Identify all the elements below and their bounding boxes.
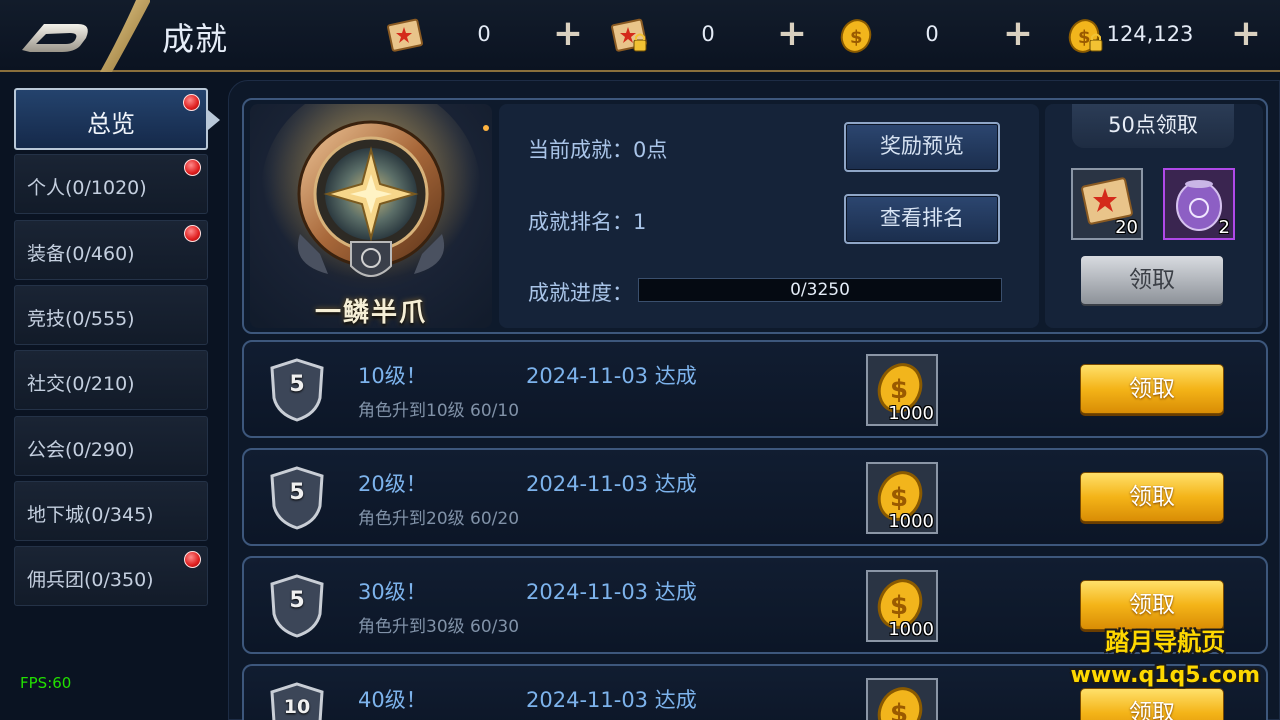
medal-title: 一鳞半爪 xyxy=(314,298,427,328)
item-count: 20 xyxy=(1115,217,1138,238)
achievement-name: 10级！ xyxy=(358,364,427,388)
achievement-progress-bar: 0/3250 xyxy=(638,278,1002,302)
currency-value: 0 xyxy=(701,22,715,46)
svg-text:$: $ xyxy=(890,699,908,720)
sidebar-item-label: 个人(0/1020) xyxy=(27,177,147,199)
progress-text: 0/3250 xyxy=(790,280,850,300)
claim-milestone-button[interactable]: 领取 xyxy=(1081,256,1223,304)
notification-dot xyxy=(184,551,201,568)
view-ranking-button[interactable]: 查看排名 xyxy=(844,194,1000,244)
site-watermark: 踏月导航页 www.q1q5.com xyxy=(1071,622,1260,688)
sidebar-item-social[interactable]: 社交(0/210) xyxy=(14,350,208,410)
achievement-row: 5 10级！ 2024-11-03 达成 角色升到10级 60/10 $ 100… xyxy=(242,340,1268,438)
medal-display: 一鳞半爪 xyxy=(250,104,492,328)
notification-dot xyxy=(183,94,200,111)
sidebar-item-label: 公会(0/290) xyxy=(27,439,135,461)
sidebar-item-arena[interactable]: 竞技(0/555) xyxy=(14,285,208,345)
currency-value: 0 xyxy=(925,22,939,46)
top-bar: 成就 0 + 0 + $ 0 + $ 124,123 + xyxy=(0,0,1280,72)
watermark-title: 踏月导航页 xyxy=(1105,628,1226,656)
sidebar-item-label: 装备(0/460) xyxy=(27,243,135,265)
achievement-date: 2024-11-03 达成 xyxy=(526,688,697,712)
achievement-progress-label: 成就进度： xyxy=(528,281,633,305)
reward-preview-button[interactable]: 奖励预览 xyxy=(844,122,1000,172)
badge-points: 5 xyxy=(289,588,305,613)
achievement-name: 30级！ xyxy=(358,580,427,604)
achievement-row: 5 20级！ 2024-11-03 达成 角色升到20级 60/20 $ 100… xyxy=(242,448,1268,546)
sidebar-item-overview[interactable]: 总览 xyxy=(14,88,220,150)
sidebar-item-label: 地下城(0/345) xyxy=(27,504,154,526)
add-locked-scroll-button[interactable]: + xyxy=(772,14,812,54)
reward-item-slot[interactable]: $ 1000 xyxy=(866,462,938,534)
milestone-reward-title: 50点领取 xyxy=(1072,104,1234,148)
page-title: 成就 xyxy=(162,20,229,58)
fps-counter: FPS:60 xyxy=(20,674,72,692)
notification-dot xyxy=(184,159,201,176)
claim-button[interactable]: 领取 xyxy=(1080,364,1224,414)
sidebar-item-label: 总览 xyxy=(87,110,135,138)
achievement-date: 2024-11-03 达成 xyxy=(526,364,697,388)
claim-button[interactable]: 领取 xyxy=(1080,472,1224,522)
achievement-date: 2024-11-03 达成 xyxy=(526,472,697,496)
reward-item-slot[interactable]: 20 xyxy=(1071,168,1143,240)
scroll-icon xyxy=(387,18,424,52)
back-button[interactable] xyxy=(0,0,150,72)
sidebar-item-label: 竞技(0/555) xyxy=(27,308,135,330)
svg-text:$: $ xyxy=(890,375,908,405)
add-gold-button[interactable]: + xyxy=(998,14,1038,54)
achievement-badge: 5 xyxy=(270,466,324,530)
svg-text:$: $ xyxy=(1078,27,1091,48)
notification-dot xyxy=(184,225,201,242)
current-achievement-points: 当前成就：0点 xyxy=(528,138,668,162)
add-scroll-button[interactable]: + xyxy=(548,14,588,54)
achievement-description: 角色升到20级 60/20 xyxy=(358,509,520,529)
add-locked-gold-button[interactable]: + xyxy=(1226,14,1266,54)
sidebar-item-guild[interactable]: 公会(0/290) xyxy=(14,416,208,476)
gold-coin-icon: $ xyxy=(877,687,923,720)
badge-points: 10 xyxy=(283,696,311,718)
currency-value: 124,123 xyxy=(1106,22,1194,46)
achievement-badge: 5 xyxy=(270,358,324,422)
achievement-description: 角色升到30级 60/30 xyxy=(358,617,520,637)
back-arrow-icon xyxy=(22,0,150,72)
sidebar-item-equipment[interactable]: 装备(0/460) xyxy=(14,220,208,280)
achievement-name: 20级！ xyxy=(358,472,427,496)
sidebar-item-label: 佣兵团(0/350) xyxy=(27,569,154,591)
achievement-badge: 10 xyxy=(270,682,324,720)
svg-text:$: $ xyxy=(890,591,908,621)
achievement-badge: 5 xyxy=(270,574,324,638)
item-count: 2 xyxy=(1218,217,1230,238)
sidebar-item-personal[interactable]: 个人(0/1020) xyxy=(14,154,208,214)
sidebar-item-label: 社交(0/210) xyxy=(27,373,135,395)
svg-text:$: $ xyxy=(890,483,908,513)
locked-scroll-icon xyxy=(611,18,648,52)
reward-item-slot[interactable]: 2 xyxy=(1163,168,1235,240)
watermark-url: www.q1q5.com xyxy=(1070,663,1260,688)
reward-item-slot[interactable]: $ 1000 xyxy=(866,354,938,426)
sidebar-item-mercenary[interactable]: 佣兵团(0/350) xyxy=(14,546,208,606)
selected-arrow-icon xyxy=(208,110,220,130)
claim-button[interactable]: 领取 xyxy=(1080,688,1224,720)
achievement-description: 角色升到10级 60/10 xyxy=(358,401,520,421)
reward-item-slot[interactable]: $ xyxy=(866,678,938,720)
svg-text:$: $ xyxy=(850,27,863,48)
achievement-name: 40级！ xyxy=(358,688,427,712)
item-count: 1000 xyxy=(888,619,934,640)
badge-points: 5 xyxy=(289,480,305,505)
item-count: 1000 xyxy=(888,511,934,532)
sidebar-item-dungeon[interactable]: 地下城(0/345) xyxy=(14,481,208,541)
badge-points: 5 xyxy=(289,372,305,397)
achievement-rank: 成就排名：1 xyxy=(528,210,647,234)
achievement-date: 2024-11-03 达成 xyxy=(526,580,697,604)
item-count: 1000 xyxy=(888,403,934,424)
currency-value: 0 xyxy=(477,22,491,46)
reward-item-slot[interactable]: $ 1000 xyxy=(866,570,938,642)
